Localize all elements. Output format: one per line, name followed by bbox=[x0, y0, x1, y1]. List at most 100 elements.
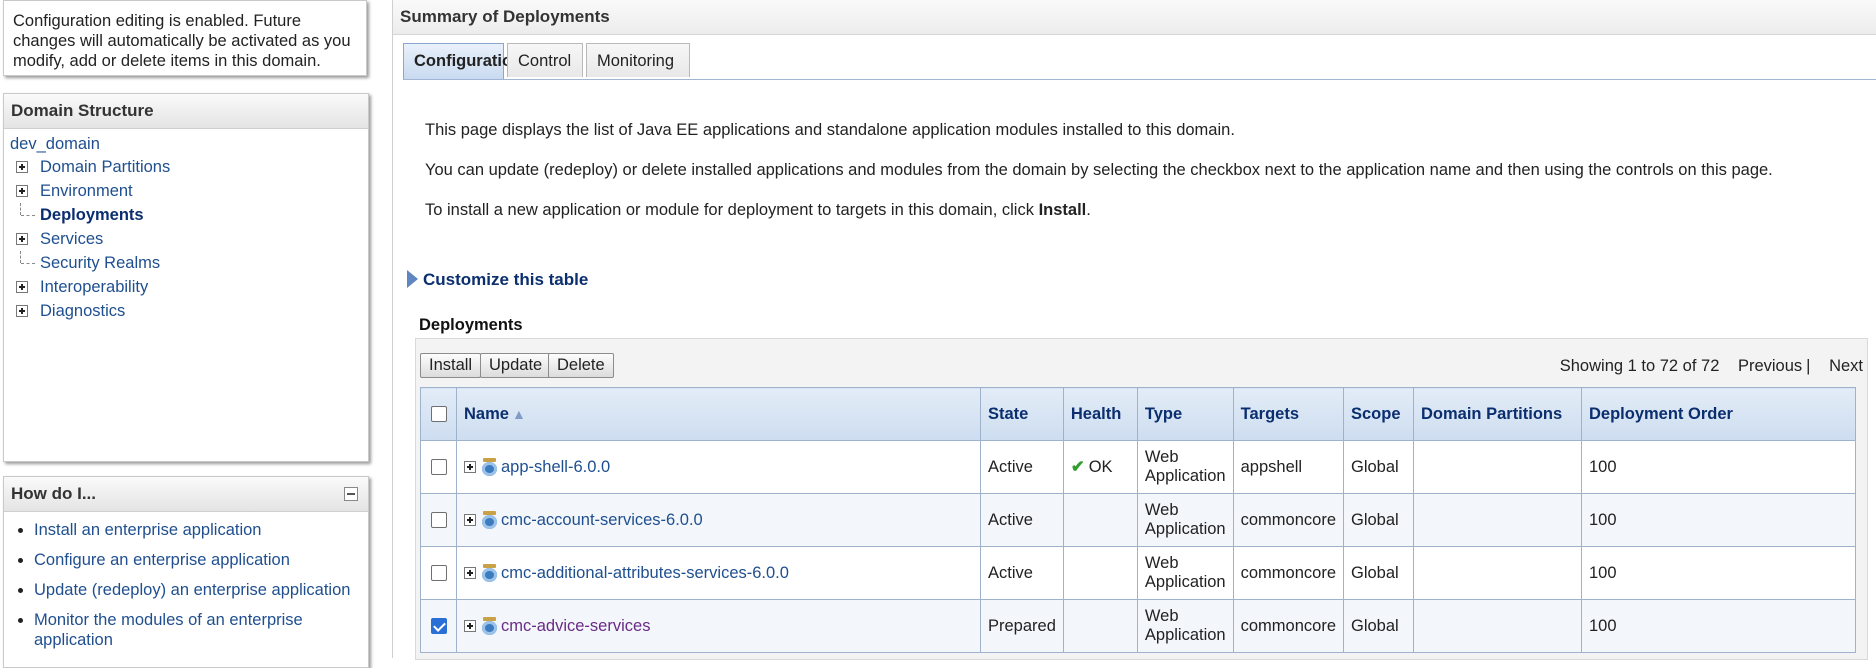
column-header-name[interactable]: Name ▲ bbox=[456, 387, 981, 441]
expand-icon[interactable] bbox=[16, 233, 28, 245]
row-checkbox[interactable] bbox=[430, 459, 447, 476]
customize-label[interactable]: Customize this table bbox=[423, 270, 588, 289]
type-cell: Web Application bbox=[1136, 493, 1234, 547]
update-button[interactable]: Update bbox=[480, 353, 552, 378]
collapse-icon[interactable] bbox=[344, 487, 358, 501]
domain-structure-title: Domain Structure bbox=[4, 94, 368, 129]
column-header-deployment-order[interactable]: Deployment Order bbox=[1581, 387, 1856, 441]
next-link[interactable]: Next bbox=[1829, 357, 1863, 375]
health-cell: ✔ OK bbox=[1062, 440, 1138, 494]
expand-icon[interactable] bbox=[16, 185, 28, 197]
tree-root-dev-domain[interactable]: dev_domain bbox=[10, 135, 100, 153]
tree-item-label[interactable]: Diagnostics bbox=[40, 302, 125, 320]
checkmark-icon: ✔ bbox=[1070, 458, 1085, 476]
tree-item-environment[interactable]: Environment bbox=[10, 179, 368, 203]
tree-item-label[interactable]: Deployments bbox=[40, 206, 144, 224]
column-header-domain-partitions[interactable]: Domain Partitions bbox=[1413, 387, 1582, 441]
type-line-2: Application bbox=[1144, 573, 1226, 591]
deployments-table-container: Install Update Delete Showing 1 to 72 of… bbox=[415, 338, 1868, 660]
type-line-2: Application bbox=[1144, 467, 1226, 485]
expand-icon[interactable] bbox=[464, 567, 476, 580]
how-do-i-link[interactable]: Install an enterprise application bbox=[34, 521, 261, 539]
how-do-i-link[interactable]: Monitor the modules of an enterprise app… bbox=[34, 611, 303, 649]
column-header-targets[interactable]: Targets bbox=[1232, 387, 1345, 441]
targets-cell: commoncore bbox=[1232, 546, 1345, 600]
expand-icon[interactable] bbox=[464, 620, 476, 633]
intro-3-prefix: To install a new application or module f… bbox=[425, 201, 1039, 219]
expand-icon[interactable] bbox=[16, 305, 28, 317]
how-do-i-list: Install an enterprise application Config… bbox=[4, 520, 368, 650]
left-column: Configuration editing is enabled. Future… bbox=[0, 0, 372, 668]
sort-ascending-icon[interactable]: ▲ bbox=[512, 406, 526, 422]
expand-icon[interactable] bbox=[16, 281, 28, 293]
select-all-header[interactable] bbox=[420, 387, 457, 441]
pagination: Showing 1 to 72 of 72 Previous | Next bbox=[1560, 357, 1863, 376]
column-header-type[interactable]: Type bbox=[1136, 387, 1234, 441]
row-checkbox[interactable] bbox=[430, 565, 447, 582]
how-do-i-panel: How do I... Install an enterprise applic… bbox=[3, 476, 369, 668]
tree-item-interoperability[interactable]: Interoperability bbox=[10, 275, 368, 299]
column-header-health[interactable]: Health bbox=[1062, 387, 1138, 441]
column-header-state[interactable]: State bbox=[980, 387, 1064, 441]
type-line-1: Web bbox=[1144, 448, 1179, 466]
how-do-i-link[interactable]: Update (redeploy) an enterprise applicat… bbox=[34, 581, 350, 599]
delete-button[interactable]: Delete bbox=[548, 353, 614, 378]
tab-control[interactable]: Control bbox=[507, 43, 583, 77]
tree-item-deployments[interactable]: Deployments bbox=[10, 203, 368, 227]
expand-triangle-icon bbox=[407, 270, 418, 288]
tree-connector bbox=[21, 215, 35, 217]
deployment-name-link[interactable]: cmc-advice-services bbox=[501, 617, 650, 635]
tree-item-label[interactable]: Security Realms bbox=[40, 254, 160, 272]
deployment-name-link[interactable]: cmc-account-services-6.0.0 bbox=[501, 511, 703, 529]
column-header-scope[interactable]: Scope bbox=[1343, 387, 1414, 441]
deployment-name-link[interactable]: app-shell-6.0.0 bbox=[501, 458, 610, 476]
type-line-2: Application bbox=[1144, 520, 1226, 538]
tree-item-domain-partitions[interactable]: Domain Partitions bbox=[10, 155, 368, 179]
expand-icon[interactable] bbox=[16, 161, 28, 173]
column-label[interactable]: Name bbox=[464, 405, 509, 423]
expand-icon[interactable] bbox=[464, 514, 476, 527]
application-jar-icon bbox=[482, 458, 497, 477]
tree-item-diagnostics[interactable]: Diagnostics bbox=[10, 299, 368, 323]
deployments-table: Name ▲ State Health Type Targets Scope Do… bbox=[420, 387, 1856, 653]
state-cell: Active bbox=[980, 440, 1064, 494]
tree-item-label[interactable]: Domain Partitions bbox=[40, 158, 170, 176]
table-row: cmc-additional-attributes-services-6.0.0… bbox=[420, 546, 1856, 600]
targets-cell: appshell bbox=[1232, 440, 1345, 494]
partitions-cell bbox=[1413, 546, 1582, 600]
tree-item-label[interactable]: Services bbox=[40, 230, 103, 248]
row-checkbox[interactable] bbox=[430, 512, 447, 529]
application-jar-icon bbox=[482, 511, 497, 530]
order-cell: 100 bbox=[1581, 599, 1856, 653]
how-do-i-link[interactable]: Configure an enterprise application bbox=[34, 551, 290, 569]
intro-3-suffix: . bbox=[1086, 201, 1091, 219]
table-row: app-shell-6.0.0 Active ✔ OK Web Applicatio… bbox=[420, 440, 1856, 494]
tree-item-security-realms[interactable]: Security Realms bbox=[10, 251, 368, 275]
tree-item-label[interactable]: Interoperability bbox=[40, 278, 148, 296]
expand-icon[interactable] bbox=[464, 461, 476, 474]
tab-configuration[interactable]: Configuration bbox=[403, 43, 522, 79]
type-cell: Web Application bbox=[1136, 546, 1234, 600]
row-checkbox[interactable] bbox=[430, 618, 447, 635]
tab-monitoring[interactable]: Monitoring bbox=[586, 43, 690, 77]
deployment-name-link[interactable]: cmc-additional-attributes-services-6.0.0 bbox=[501, 564, 789, 582]
tree-item-label[interactable]: Environment bbox=[40, 182, 133, 200]
tab-bar: Configuration Control Monitoring bbox=[403, 43, 1876, 80]
health-cell bbox=[1062, 599, 1138, 653]
intro-3-bold: Install bbox=[1038, 201, 1087, 219]
partitions-cell bbox=[1413, 440, 1582, 494]
health-text: OK bbox=[1088, 458, 1113, 476]
install-button[interactable]: Install bbox=[420, 353, 482, 378]
tree-item-services[interactable]: Services bbox=[10, 227, 368, 251]
how-do-i-title-text: How do I... bbox=[11, 484, 96, 503]
scope-cell: Global bbox=[1343, 599, 1414, 653]
customize-table-link[interactable]: Customize this table bbox=[407, 270, 588, 290]
select-all-checkbox[interactable] bbox=[430, 406, 447, 423]
partitions-cell bbox=[1413, 493, 1582, 547]
deployments-title: Deployments bbox=[419, 316, 523, 334]
tree-connector bbox=[20, 251, 22, 263]
pager-separator: | bbox=[1806, 357, 1811, 375]
type-line-1: Web bbox=[1144, 501, 1179, 519]
targets-cell: commoncore bbox=[1232, 493, 1345, 547]
previous-link[interactable]: Previous bbox=[1738, 357, 1802, 375]
